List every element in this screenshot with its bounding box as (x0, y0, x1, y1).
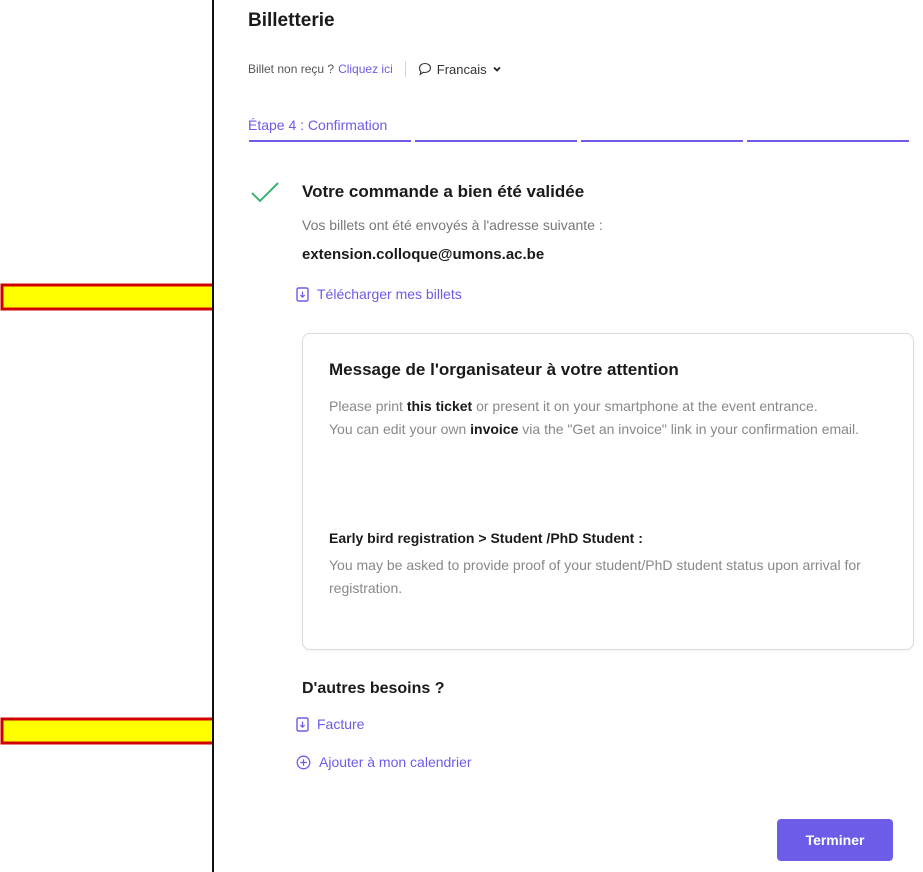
step-label: Étape 4 : Confirmation (248, 117, 388, 133)
ticket-not-received-text: Billet non reçu ? (248, 62, 335, 76)
recipient-email: extension.colloque@umons.ac.be (302, 246, 545, 263)
page-title: Billetterie (248, 10, 335, 31)
click-here-link[interactable]: Cliquez ici (338, 62, 393, 76)
step-bar-4 (747, 140, 909, 142)
organizer-message-body: Please print this ticket or present it o… (329, 395, 889, 441)
divider (404, 61, 406, 77)
early-bird-body: You may be asked to provide proof of you… (329, 557, 861, 596)
add-to-calendar-label: Ajouter à mon calendrier (319, 754, 472, 770)
chevron-down-icon (492, 66, 501, 72)
plus-circle-icon (296, 755, 311, 769)
language-label: Francais (436, 61, 487, 77)
tickets-sent-text: Vos billets ont été envoyés à l'adresse … (302, 217, 603, 233)
message-paragraph-invoice: You can edit your own invoice via the "G… (329, 421, 860, 437)
step-bar-3 (581, 140, 743, 142)
download-tickets-link[interactable]: Télécharger mes billets (296, 286, 462, 302)
document-icon (296, 716, 309, 732)
message-paragraph-print: Please print this ticket or present it o… (329, 398, 818, 414)
document-icon (296, 286, 309, 302)
step-progress (249, 140, 909, 142)
organizer-message-card: Message de l'organisateur à votre attent… (302, 333, 914, 650)
add-to-calendar-link[interactable]: Ajouter à mon calendrier (296, 754, 472, 770)
organizer-message-title: Message de l'organisateur à votre attent… (329, 360, 679, 379)
other-needs-title: D'autres besoins ? (302, 680, 445, 697)
confirmation-title: Votre commande a bien été validée (302, 182, 585, 201)
step-bar-1 (249, 140, 411, 142)
checkmark-icon (251, 182, 279, 203)
finish-button[interactable]: Terminer (777, 819, 893, 861)
speech-bubble-icon (418, 62, 431, 76)
ticket-help-bar: Billet non reçu ? Cliquez ici Francais (248, 61, 502, 77)
invoice-link[interactable]: Facture (296, 716, 364, 732)
language-selector[interactable]: Francais (418, 62, 502, 77)
download-tickets-label: Télécharger mes billets (317, 286, 462, 302)
invoice-label: Facture (317, 716, 365, 732)
step-bar-2 (415, 140, 577, 142)
ticketing-panel: Billetterie Billet non reçu ? Cliquez ic… (212, 0, 923, 872)
early-bird-title: Early bird registration > Student /PhD S… (329, 530, 643, 546)
